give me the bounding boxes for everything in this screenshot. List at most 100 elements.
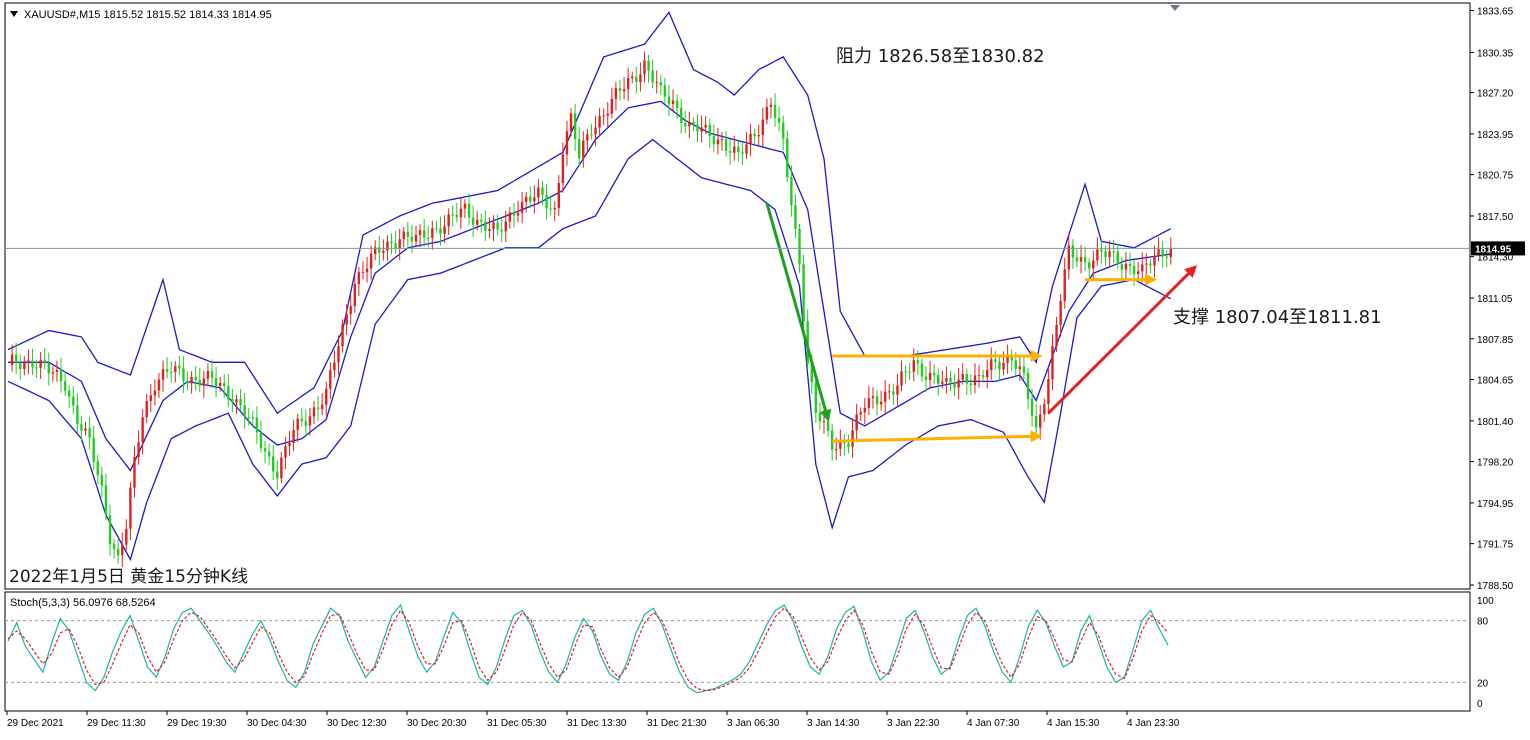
candle-body <box>320 404 324 410</box>
candle-body <box>1136 271 1140 275</box>
candle-body <box>496 222 499 230</box>
time-axis: 29 Dec 2021 29 Dec 11:30 29 Dec 19:30 30 De… <box>6 711 1180 729</box>
candle-body <box>1165 256 1168 258</box>
candle-body <box>414 235 418 242</box>
candle-body <box>680 107 683 123</box>
candle-body <box>186 380 189 384</box>
candle-body <box>888 391 891 393</box>
candle-body <box>92 437 95 462</box>
candle-body <box>529 196 532 202</box>
candle-body <box>157 379 161 391</box>
candle-body <box>386 241 389 251</box>
candle-body <box>520 201 524 213</box>
candle-body <box>932 372 936 376</box>
candle-body <box>626 78 630 90</box>
candle-body <box>227 385 230 400</box>
candle-body <box>753 133 756 137</box>
chart-canvas: 1833.65 1830.35 1827.20 1823.95 1820.75 1817.… <box>4 2 1525 729</box>
stoch-tick-label: 0 <box>1477 699 1483 710</box>
candle-body <box>961 374 964 380</box>
price-tick-label: 1820.75 <box>1477 171 1514 182</box>
candle-body <box>990 359 993 371</box>
candle-body <box>937 375 940 384</box>
candle-body <box>455 214 458 218</box>
candle-body <box>977 374 981 376</box>
candle-body <box>353 284 356 307</box>
candle-body <box>484 221 487 231</box>
candle-body <box>671 100 675 105</box>
candle-body <box>859 412 862 415</box>
candle-body <box>72 396 75 406</box>
candle-body <box>773 104 777 118</box>
time-tick-label: 31 Dec 13:30 <box>567 718 627 729</box>
candle-body <box>1075 257 1079 262</box>
candle-body <box>145 400 148 418</box>
candle-body <box>431 228 434 239</box>
candle-body <box>463 203 467 209</box>
candle-body <box>1088 262 1091 269</box>
candle-body <box>573 113 577 140</box>
candle-body <box>365 268 369 273</box>
candle-body <box>631 76 634 79</box>
candle-body <box>941 381 944 384</box>
candle-body <box>1100 249 1103 252</box>
candle-body <box>981 374 985 378</box>
candle-body <box>790 177 793 206</box>
candle-body <box>243 405 246 417</box>
candle-body <box>802 264 805 322</box>
candle-body <box>116 549 120 556</box>
candle-body <box>288 442 291 447</box>
candle-body <box>10 354 14 365</box>
candle-body <box>720 139 724 141</box>
candle-body <box>247 416 250 418</box>
candle-body <box>1030 398 1034 417</box>
candle-body <box>504 221 507 232</box>
candle-body <box>141 417 144 443</box>
current-price-label: 1814.95 <box>1475 244 1512 255</box>
candle-body <box>908 371 911 373</box>
candle-body <box>76 405 79 425</box>
time-tick-label: 3 Jan 14:30 <box>807 718 860 729</box>
candle-body <box>851 430 854 447</box>
candle-body <box>80 424 83 431</box>
candle-body <box>1055 324 1058 347</box>
candle-body <box>659 82 662 86</box>
time-tick-label: 4 Jan 15:30 <box>1047 718 1100 729</box>
time-tick-label: 3 Jan 06:30 <box>727 718 780 729</box>
stoch-plot-frame <box>4 591 1471 712</box>
candle-body <box>537 187 540 198</box>
candle-body <box>263 448 267 452</box>
candle-body <box>786 138 789 178</box>
candle-body <box>994 359 997 362</box>
candle-body <box>533 197 536 202</box>
chart-caption: 2022年1月5日 黄金15分钟K线 <box>9 567 248 587</box>
stoch-tick-label: 80 <box>1477 617 1489 628</box>
stoch-tick-label: 100 <box>1477 596 1494 607</box>
candle-body <box>875 396 879 405</box>
candle-body <box>304 421 308 426</box>
time-tick-label: 30 Dec 04:30 <box>247 718 307 729</box>
candle-body <box>516 212 520 216</box>
candle-body <box>863 407 866 413</box>
candle-body <box>190 376 193 384</box>
candle-body <box>1132 266 1136 275</box>
candle-body <box>333 362 336 371</box>
candle-body <box>692 121 695 125</box>
candle-body <box>1018 366 1022 370</box>
candle-body <box>382 250 385 253</box>
price-tick-label: 1833.65 <box>1477 6 1514 17</box>
candle-body <box>1047 379 1050 405</box>
candle-body <box>879 401 883 405</box>
candle-body <box>561 154 565 184</box>
candle-body <box>125 528 128 545</box>
candle-body <box>696 124 699 132</box>
candle-body <box>675 100 679 108</box>
candle-body <box>337 346 340 363</box>
candle-body <box>618 88 622 92</box>
candle-body <box>488 229 491 231</box>
candle-body <box>924 376 928 380</box>
candle-body <box>206 371 210 379</box>
candle-body <box>410 236 414 242</box>
candle-body <box>1157 249 1160 256</box>
candle-body <box>325 388 328 405</box>
